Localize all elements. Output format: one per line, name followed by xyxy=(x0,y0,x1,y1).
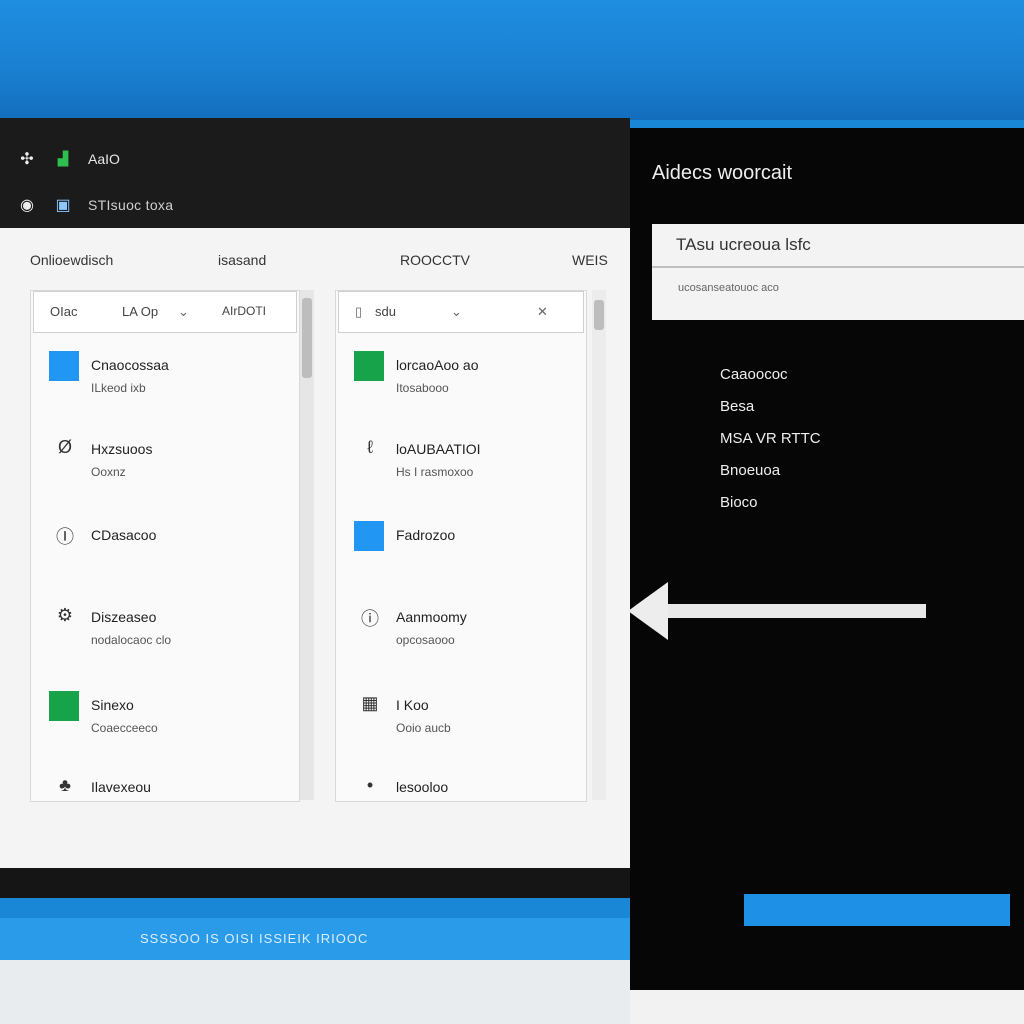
list-item[interactable]: Sinexo Coaecceeco xyxy=(49,691,289,751)
app-icon-blue xyxy=(49,351,79,381)
list-item[interactable]: Cnaocossaa ILkeod ixb xyxy=(49,351,289,411)
list-item-title: Cnaocossaa xyxy=(91,357,169,373)
titlebar-row-2: ◉ ▣ STIsuoc toxa xyxy=(16,194,173,216)
status-band: SSSSOO IS OISI ISSIEIK IRIOOC xyxy=(0,918,630,960)
list-item[interactable]: Ⓘ CDasacoo xyxy=(49,521,289,581)
column-headers: Onlioewdisch isasand ROOCCTV WEIS xyxy=(30,246,630,276)
list-item-title: Aanmoomy xyxy=(396,609,467,625)
list-item-subtitle: Coaecceeco xyxy=(91,721,158,735)
search-mid-text: LA Op xyxy=(122,304,159,319)
list-item-title: Sinexo xyxy=(91,697,134,713)
left-item-list: Cnaocossaa ILkeod ixb Ø Hxzsuoos Ooxnz Ⓘ… xyxy=(49,351,289,795)
dot-icon: • xyxy=(366,775,374,795)
left-list-panel: OIac LA Op ⌄ AIrDOTI Cnaocossaa ILkeod i… xyxy=(30,290,300,802)
option-item-3[interactable]: MSA VR RTTC xyxy=(720,430,821,447)
window-subtitle: STIsuoc toxa xyxy=(88,197,174,213)
side-panel-title: Aidecs woorcait xyxy=(652,162,793,184)
search-right-text: AIrDOTI xyxy=(222,304,266,318)
option-item-1[interactable]: Caaoococ xyxy=(720,366,788,383)
column-header-3[interactable]: ROOCCTV xyxy=(400,252,470,268)
list-item-subtitle: Ooio aucb xyxy=(396,721,451,735)
list-item[interactable]: lorcaoAoo ao Itosabooo xyxy=(354,351,576,411)
column-header-2[interactable]: isasand xyxy=(218,252,266,268)
list-item-title: loAUBAATIOI xyxy=(396,441,481,457)
app-logo-icon[interactable]: ✣ xyxy=(16,148,38,170)
main-window: ✣ ▟ AaIO ◉ ▣ STIsuoc toxa Onlioewdisch i… xyxy=(0,118,630,898)
side-panel-footer xyxy=(630,990,1024,1024)
toolbar-icon[interactable]: ▣ xyxy=(52,194,74,216)
list-item-title: I Koo xyxy=(396,697,429,713)
list-item-title: Fadrozoo xyxy=(396,527,456,543)
app-icon-green xyxy=(354,351,384,381)
app-icon-blue xyxy=(354,521,384,551)
scrollbar-thumb[interactable] xyxy=(594,300,604,330)
pointer-arrow-shaft xyxy=(668,604,926,618)
list-item-subtitle: ILkeod ixb xyxy=(91,381,146,395)
input-card: ucosanseatouoc aco xyxy=(652,224,1024,320)
list-item[interactable]: ℓ loAUBAATIOI Hs I rasmoxoo xyxy=(354,435,576,495)
primary-action-button[interactable] xyxy=(744,894,1010,926)
pin-icon: ♣ xyxy=(59,775,71,795)
folder-icon: ▯ xyxy=(355,304,363,319)
right-scrollbar[interactable] xyxy=(592,290,606,800)
option-item-4[interactable]: Bnoeuoa xyxy=(720,462,780,479)
list-item-title: Hxzsuoos xyxy=(91,441,153,457)
circle-icon: Ⓘ xyxy=(56,527,74,547)
option-item-2[interactable]: Besa xyxy=(720,398,754,415)
list-item[interactable]: Ø Hxzsuoos Ooxnz xyxy=(49,435,289,495)
key-icon: ⓘ xyxy=(361,609,379,629)
list-item[interactable]: ⚙ Diszeaseo nodalocaoc clo xyxy=(49,603,289,663)
list-item-subtitle: Ooxnz xyxy=(91,465,126,479)
list-item-title: Diszeaseo xyxy=(91,609,157,625)
gear-icon: ⚙ xyxy=(56,605,74,625)
column-header-1[interactable]: Onlioewdisch xyxy=(30,252,113,268)
window-footer xyxy=(0,868,630,898)
right-list-panel: ▯ sdu ⌄ ✕ lorcaoAoo ao Itosabooo ℓ loAUB… xyxy=(335,290,587,802)
right-search-bar[interactable]: ▯ sdu ⌄ ✕ xyxy=(338,291,584,333)
letter-icon: ℓ xyxy=(367,437,373,457)
list-item[interactable]: ⓘ Aanmoomy opcosaooo xyxy=(354,603,576,663)
status-text: SSSSOO IS OISI ISSIEIK IRIOOC xyxy=(140,931,369,946)
left-scrollbar[interactable] xyxy=(300,290,314,800)
list-item-title: Ilavexeou xyxy=(91,779,151,795)
left-search-bar[interactable]: OIac LA Op ⌄ AIrDOTI xyxy=(33,291,297,333)
list-item-title: CDasacoo xyxy=(91,527,157,543)
list-item-subtitle: opcosaooo xyxy=(396,633,455,647)
search-text: sdu xyxy=(375,304,396,319)
list-item[interactable]: • lesooloo xyxy=(354,773,576,833)
input-hint: ucosanseatouoc aco xyxy=(678,282,779,294)
app-icon-green xyxy=(49,691,79,721)
chevron-icon[interactable]: ⌄ xyxy=(451,304,462,320)
grid-icon: ▦ xyxy=(361,693,379,713)
right-item-list: lorcaoAoo ao Itosabooo ℓ loAUBAATIOI Hs … xyxy=(354,351,576,795)
filter-icon[interactable]: ⌄ xyxy=(178,304,189,320)
list-item[interactable]: Fadrozoo xyxy=(354,521,576,581)
name-input[interactable] xyxy=(652,224,1024,268)
list-item-title: lorcaoAoo ao xyxy=(396,357,479,373)
list-item[interactable]: ▦ I Koo Ooio aucb xyxy=(354,691,576,751)
titlebar-row-1: ✣ ▟ AaIO xyxy=(16,148,120,170)
desktop-background xyxy=(0,0,1024,120)
column-header-4[interactable]: WEIS xyxy=(572,252,608,268)
list-item-subtitle: nodalocaoc clo xyxy=(91,633,172,647)
list-item[interactable]: ♣ Ilavexeou xyxy=(49,773,289,833)
list-item-subtitle: Itosabooo xyxy=(396,381,449,395)
scrollbar-thumb[interactable] xyxy=(302,298,312,378)
option-item-5[interactable]: Bioco xyxy=(720,494,758,511)
list-item-title: lesooloo xyxy=(396,779,449,795)
window-title: AaIO xyxy=(88,151,120,167)
green-app-icon[interactable]: ▟ xyxy=(52,148,74,170)
settings-circle-icon[interactable]: ◉ xyxy=(16,194,38,216)
search-left-text: OIac xyxy=(50,304,78,319)
pointer-arrow-icon xyxy=(628,582,668,640)
close-icon[interactable]: ✕ xyxy=(537,304,548,320)
window-titlebar: ✣ ▟ AaIO ◉ ▣ STIsuoc toxa xyxy=(0,118,630,228)
side-panel: Aidecs woorcait ucosanseatouoc aco Caaoo… xyxy=(630,128,1024,990)
content-area: Onlioewdisch isasand ROOCCTV WEIS OIac L… xyxy=(0,228,630,868)
list-item-subtitle: Hs I rasmoxoo xyxy=(396,465,474,479)
letter-icon: Ø xyxy=(57,437,72,457)
